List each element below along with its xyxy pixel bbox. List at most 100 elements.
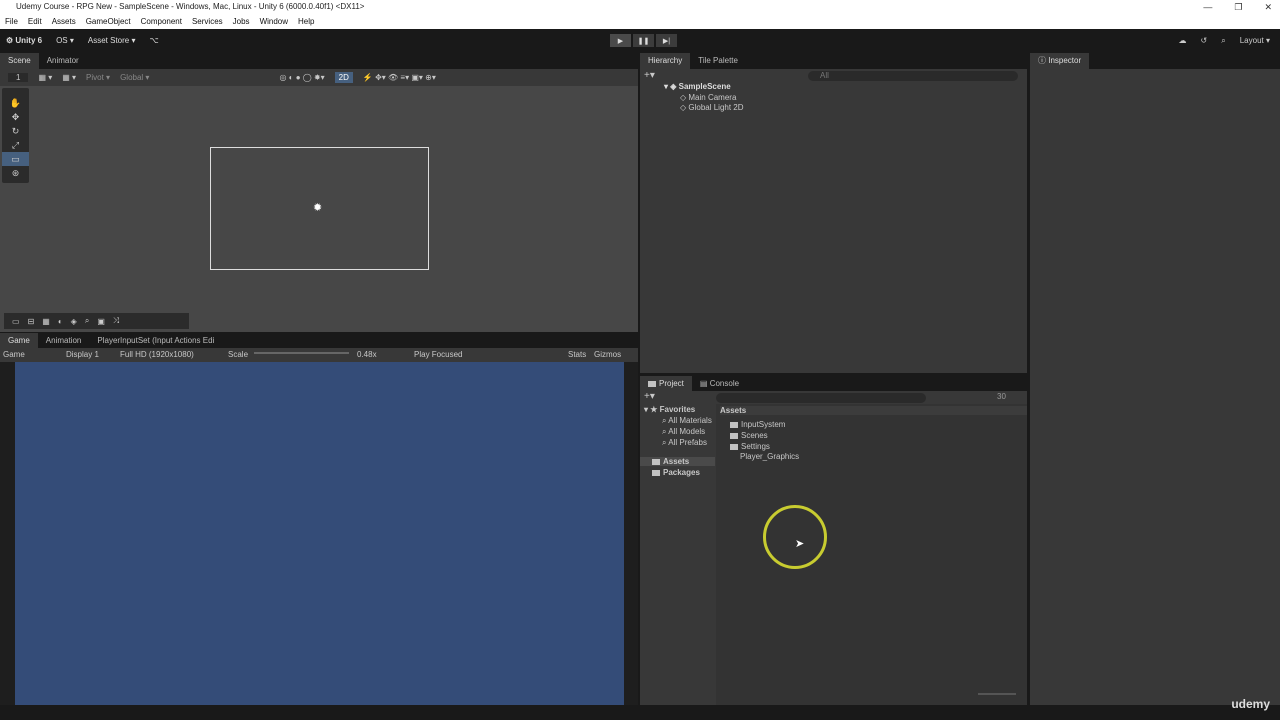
menu-window[interactable]: Window bbox=[260, 14, 288, 29]
cloud-icon[interactable]: ☁ bbox=[1179, 36, 1187, 46]
asset-breadcrumb[interactable]: Assets bbox=[720, 406, 1027, 415]
folder-icon bbox=[730, 432, 738, 439]
global-dropdown[interactable]: Global ▾ bbox=[120, 73, 149, 82]
pause-button[interactable]: ❚❚ bbox=[633, 34, 654, 47]
tab-project[interactable]: Project bbox=[640, 376, 692, 392]
menu-component[interactable]: Component bbox=[141, 14, 182, 29]
favorites-item[interactable]: ▾ ★ Favorites bbox=[644, 405, 695, 414]
tab-console[interactable]: ▤ Console bbox=[692, 376, 747, 392]
brush-icon[interactable]: ⊟ bbox=[28, 317, 35, 326]
grid-icon[interactable]: ▦ ▾ bbox=[38, 73, 52, 82]
layout-dropdown[interactable]: Layout ▾ bbox=[1240, 36, 1270, 46]
asset-folder[interactable]: Settings bbox=[730, 442, 770, 451]
shuffle-icon[interactable]: ⤨ bbox=[113, 316, 119, 326]
item-label: Global Light 2D bbox=[688, 103, 744, 112]
tree-assets[interactable]: Assets bbox=[640, 457, 715, 466]
menu-services[interactable]: Services bbox=[192, 14, 223, 29]
2d-toggle[interactable]: 2D bbox=[334, 72, 353, 83]
circle-icon[interactable]: ◐ bbox=[58, 317, 63, 326]
folder-icon bbox=[730, 443, 738, 450]
udemy-watermark: udemy bbox=[1231, 697, 1270, 711]
stats-button[interactable]: Stats bbox=[568, 348, 586, 362]
tree-packages[interactable]: Packages bbox=[652, 468, 700, 477]
menu-edit[interactable]: Edit bbox=[28, 14, 42, 29]
hidden-packages-count[interactable]: 30 bbox=[997, 392, 1006, 401]
asset-label: InputSystem bbox=[741, 420, 786, 429]
rotate-tool-icon[interactable]: ↻ bbox=[2, 124, 29, 138]
project-search[interactable] bbox=[716, 393, 926, 403]
version-control-icon[interactable]: ⌥ bbox=[149, 36, 158, 45]
play-button[interactable]: ▶ bbox=[610, 34, 631, 47]
menu-jobs[interactable]: Jobs bbox=[233, 14, 250, 29]
transform-tool-icon[interactable]: ⊛ bbox=[2, 166, 29, 180]
menu-gameobject[interactable]: GameObject bbox=[86, 14, 131, 29]
tab-hierarchy[interactable]: Hierarchy bbox=[640, 53, 691, 69]
asset-folder[interactable]: InputSystem bbox=[730, 420, 785, 429]
account-label: Unity 6 bbox=[15, 36, 43, 45]
asset-browser: Assets InputSystem Scenes Settings Playe… bbox=[716, 404, 1027, 705]
asset-folder[interactable]: Scenes bbox=[730, 431, 768, 440]
hierarchy-item-main-camera[interactable]: ◇ Main Camera bbox=[680, 93, 736, 102]
account-button[interactable]: ⚙ Unity 6 bbox=[6, 36, 42, 45]
display-dropdown[interactable]: Display 1 bbox=[66, 348, 99, 362]
tab-game[interactable]: Game bbox=[0, 333, 38, 349]
os-button[interactable]: OS ▾ bbox=[56, 36, 74, 45]
mouse-cursor-icon: ➤ bbox=[795, 538, 805, 550]
menu-help[interactable]: Help bbox=[298, 14, 314, 29]
grid-select-icon[interactable]: ▦ bbox=[42, 317, 50, 326]
history-icon[interactable]: ↺ bbox=[1201, 36, 1208, 46]
scale-tool-icon[interactable]: ⤢ bbox=[2, 138, 29, 152]
favorite-all-materials[interactable]: ⌕ All Materials bbox=[662, 416, 712, 426]
create-button[interactable]: +▾ bbox=[644, 391, 655, 402]
gizmos-button[interactable]: Gizmos bbox=[594, 348, 621, 362]
inspector-label: Inspector bbox=[1048, 56, 1082, 65]
tile-tools-overlay: ▭ ⊟ ▦ ◐ ◈ ⌕ ▣ ⤨ bbox=[4, 313, 189, 329]
search-icon[interactable]: ⌕ bbox=[1221, 36, 1225, 46]
layer-field[interactable]: 1 bbox=[8, 73, 29, 82]
move-tool-icon[interactable]: ✥ bbox=[2, 110, 29, 124]
hierarchy-search[interactable]: All bbox=[808, 71, 1018, 81]
inspector-tabbar: ⓘ Inspector bbox=[1030, 52, 1280, 69]
game-view-dropdown[interactable]: Game bbox=[3, 348, 25, 362]
capture-icon[interactable]: ▣ bbox=[97, 317, 105, 326]
play-mode-dropdown[interactable]: Play Focused bbox=[414, 348, 462, 362]
hierarchy-item-global-light[interactable]: ◇ Global Light 2D bbox=[680, 103, 744, 112]
shading-icon[interactable]: ◎ ◐ ● ◯ ✸▾ bbox=[279, 73, 324, 82]
maximize-button[interactable]: ❐ bbox=[1234, 0, 1242, 14]
tab-input-actions[interactable]: PlayerInputSet (Input Actions Edi bbox=[89, 333, 222, 349]
asset-folder[interactable]: Player_Graphics bbox=[740, 452, 799, 461]
tab-inspector[interactable]: ⓘ Inspector bbox=[1030, 53, 1090, 69]
tab-label: Console bbox=[709, 379, 740, 388]
tab-animator[interactable]: Animator bbox=[39, 53, 87, 69]
light-gizmo-icon[interactable]: ✹ bbox=[313, 201, 322, 214]
scale-value: 0.48x bbox=[357, 350, 377, 359]
inspector-panel bbox=[1030, 69, 1280, 705]
zoom-icon[interactable]: ⌕ bbox=[85, 316, 89, 326]
tab-scene[interactable]: Scene bbox=[0, 53, 39, 69]
menu-file[interactable]: File bbox=[5, 14, 18, 29]
favorite-all-models[interactable]: ⌕ All Models bbox=[662, 427, 705, 437]
asset-store-button[interactable]: Asset Store ▾ bbox=[88, 36, 136, 45]
rect-tool-icon[interactable]: ▭ bbox=[2, 152, 29, 166]
tab-animation[interactable]: Animation bbox=[38, 333, 90, 349]
game-render[interactable] bbox=[15, 362, 624, 705]
minimize-button[interactable]: — bbox=[1203, 0, 1212, 14]
icon-size-slider[interactable] bbox=[978, 693, 1016, 695]
scene-item[interactable]: ▾ ◈ SampleScene bbox=[664, 82, 731, 91]
fav-label: All Models bbox=[668, 427, 706, 436]
play-controls: ▶ ❚❚ ▶| bbox=[610, 34, 677, 47]
resolution-dropdown[interactable]: Full HD (1920x1080) bbox=[120, 348, 194, 362]
scale-slider[interactable] bbox=[254, 352, 349, 354]
close-button[interactable]: ✕ bbox=[1264, 0, 1272, 14]
menu-assets[interactable]: Assets bbox=[52, 14, 76, 29]
layers-icon[interactable]: ◈ bbox=[71, 317, 77, 326]
favorite-all-prefabs[interactable]: ⌕ All Prefabs bbox=[662, 438, 707, 448]
snap-icon[interactable]: ▦ ▾ bbox=[62, 73, 76, 82]
pivot-dropdown[interactable]: Pivot ▾ bbox=[86, 73, 110, 82]
tab-tile-palette[interactable]: Tile Palette bbox=[690, 53, 746, 69]
hand-tool-icon[interactable]: ✋ bbox=[2, 96, 29, 110]
add-button[interactable]: +▾ bbox=[644, 70, 655, 81]
rect-select-icon[interactable]: ▭ bbox=[12, 317, 20, 326]
step-button[interactable]: ▶| bbox=[656, 34, 677, 47]
lighting-icon[interactable]: ⚡ ✥▾ 👁 ≡▾ ▣▾ ⊕▾ bbox=[363, 73, 436, 82]
